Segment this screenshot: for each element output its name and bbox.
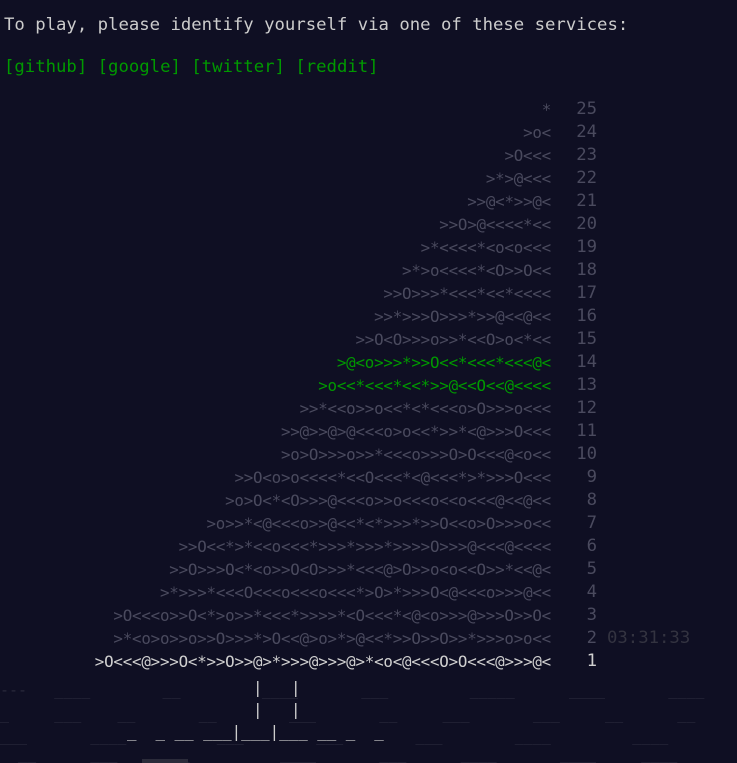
calendar-day-9: >>O<o>o<<<<*<<O<<<*<@<<<*>*>>>O<<< 9 <box>0 466 737 489</box>
github-login-link[interactable]: [github] <box>4 57 87 77</box>
day-number: 23 <box>576 145 597 165</box>
tree-row: >*>o<<<<*<O>>O<< <box>402 261 551 280</box>
day-number: 8 <box>586 490 597 510</box>
tree-row: >O<<<o>>O<*>o>>*<<<*>>>>*<O<<<*<@<o>>>@>… <box>113 606 551 625</box>
tree-trunk: --- ____ __ ____ ___ _____ ____ ____ _ _… <box>0 676 737 763</box>
tree-row: >o>O<*<O>>>@<<<o>>o<<<o<<o<<<@<<@<< <box>225 491 551 510</box>
tree-row: >O<<< <box>504 146 551 165</box>
day-number: 24 <box>576 122 597 142</box>
ground-decoration: --- ____ __ ____ ___ _____ ____ ____ <box>0 681 705 699</box>
calendar-day-1: >O<<<@>>>O<*>>O>>@>*>>>@>>>@>*<o<@<<<O>O… <box>0 650 737 673</box>
day-number: 13 <box>576 375 597 395</box>
calendar-day-18: >*>o<<<<*<O>>O<< 18 <box>0 259 737 282</box>
day-number: 25 <box>576 99 597 119</box>
tree-row: >o<<*<<<*<<*>>@<<O<<@<<<< <box>318 376 551 395</box>
calendar-day-21: >>@<*>>@< 21 <box>0 190 737 213</box>
tree-row: >>O>>>*<<<*<<*<<<< <box>383 284 551 303</box>
tree-row: >*>>>*<<<O<<<o<<<o<<<*>O>*>>>O<@<<<o>>>@… <box>159 583 551 602</box>
trunk-text: | | <box>253 700 301 719</box>
advent-calendar-screen: To play, please identify yourself via on… <box>0 0 737 763</box>
trunk-text: _ _ __ ___|___|___ __ _ _ <box>127 722 384 741</box>
calendar-day-2: >*<o>o>>o>>O>>>*>O<<@>o>*>@<<*>>O>>O>>*>… <box>0 627 737 650</box>
calendar-day-5: >>O>>>O<*<o>>O<O>>>*<<<@>O>>o<o<<O>>*<<@… <box>0 558 737 581</box>
calendar-day-4: >*>>>*<<<O<<<o<<<o<<<*>O>*>>>O<@<<<o>>>@… <box>0 581 737 604</box>
trunk-line-3: _ _ __ ___|___|___ __ _ _ <box>127 720 384 743</box>
day-number: 12 <box>576 398 597 418</box>
day-number: 10 <box>576 444 597 464</box>
tree-row: >>O>@<<<<*<< <box>439 215 551 234</box>
trunk-line-2: | | <box>253 698 301 721</box>
day-number: 6 <box>586 536 597 556</box>
tree-row: >>*<<o>>o<<*<*<<<o>O>>>o<<< <box>299 399 552 418</box>
day-number: 7 <box>586 513 597 533</box>
day-number: 19 <box>576 237 597 257</box>
calendar-day-19: >*<<<<*<o<o<<< 19 <box>0 236 737 259</box>
trunk-text: | | <box>253 678 301 697</box>
tree-row: >*<<<<*<o<o<<< <box>420 238 552 257</box>
calendar-day-12: >>*<<o>>o<<*<*<<<o>O>>>o<<< 12 <box>0 397 737 420</box>
day-number: 14 <box>576 352 597 372</box>
horizontal-scrollbar[interactable] <box>142 759 188 763</box>
calendar-day-16: >>*>>>O>>>*>>@<<@<< 16 <box>0 305 737 328</box>
calendar-day-23: >O<<< 23 <box>0 144 737 167</box>
day-number: 9 <box>586 467 597 487</box>
day-number: 21 <box>576 191 597 211</box>
tree-row: * <box>541 100 552 119</box>
login-services: [github] [google] [twitter] [reddit] <box>4 56 379 79</box>
calendar-day-10: >o>O>>>o>>*<<<o>>>O>O<<<@<o<< 10 <box>0 443 737 466</box>
calendar-day-20: >>O>@<<<<*<< 20 <box>0 213 737 236</box>
tree-row: >o>O>>>o>>*<<<o>>>O>O<<<@<o<< <box>280 445 551 464</box>
day-number: 20 <box>576 214 597 234</box>
day-number: 11 <box>576 421 597 441</box>
day-number: 18 <box>576 260 597 280</box>
day-number: 17 <box>576 283 597 303</box>
tree-row: >*>@<<< <box>485 169 551 188</box>
tree-row: >>O>>>O<*<o>>O<O>>>*<<<@>O>>o<o<<O>>*<<@… <box>169 560 551 579</box>
tree-row: >o< <box>523 123 551 142</box>
calendar-day-8: >o>O<*<O>>>@<<<o>>o<<<o<<o<<<@<<@<< 8 <box>0 489 737 512</box>
calendar-day-11: >>@>>@>@<<<o>o<<*>>*<@>>>O<<< 11 <box>0 420 737 443</box>
calendar-day-6: >>O<<*>*<<o<<<*>>>*>>>*>>>>O>>>@<<<@<<<<… <box>0 535 737 558</box>
ground-decoration: __ ___ ___ ____ ___ ____ ____ ____ <box>0 745 678 763</box>
countdown-timer: 03:31:33 <box>607 628 691 648</box>
calendar-day-24: >o< 24 <box>0 121 737 144</box>
tree-row: >@<o>>>*>>O<<*<<<*<<<@< <box>336 353 551 372</box>
calendar-day-7: >o>>*<@<<<o>>@<<*<*>>>*>>O<<o>O>>>o<< 7 <box>0 512 737 535</box>
trunk-line-1: | | <box>253 676 301 699</box>
day-number: 22 <box>576 168 597 188</box>
calendar-day-22: >*>@<<< 22 <box>0 167 737 190</box>
google-login-link[interactable]: [google] <box>98 57 181 77</box>
calendar-day-3: >O<<<o>>O<*>o>>*<<<*>>>>*<O<<<*<@<o>>>@>… <box>0 604 737 627</box>
day-number: 5 <box>586 559 597 579</box>
tree-row: >>@>>@>@<<<o>o<<*>>*<@>>>O<<< <box>280 422 551 441</box>
day-number: 2 <box>586 628 597 648</box>
tree-row: >>O<<*>*<<o<<<*>>>*>>>*>>>>O>>>@<<<@<<<< <box>178 537 552 556</box>
calendar-day-17: >>O>>>*<<<*<<*<<<< 17 <box>0 282 737 305</box>
day-number: 4 <box>586 582 597 602</box>
calendar-day-25: * 25 <box>0 98 737 121</box>
login-prompt: To play, please identify yourself via on… <box>4 15 629 35</box>
calendar-day-13: >o<<*<<<*<<*>>@<<O<<@<<<< 13 <box>0 374 737 397</box>
tree-row: >o>>*<@<<<o>>@<<*<*>>>*>>O<<o>O>>>o<< <box>206 514 552 533</box>
day-number: 1 <box>586 651 597 671</box>
tree-row: >>@<*>>@< <box>467 192 551 211</box>
day-number: 15 <box>576 329 597 349</box>
tree-row: >O<<<@>>>O<*>>O>>@>*>>>@>>>@>*<o<@<<<O>O… <box>94 652 551 671</box>
day-number: 16 <box>576 306 597 326</box>
calendar-day-14: >@<o>>>*>>O<<*<<<*<<<@< 14 <box>0 351 737 374</box>
twitter-login-link[interactable]: [twitter] <box>191 57 285 77</box>
reddit-login-link[interactable]: [reddit] <box>295 57 378 77</box>
tree-row: >>O<O>>>o>>*<<O>o<*<< <box>355 330 551 349</box>
day-number: 3 <box>586 605 597 625</box>
tree-row: >>*>>>O>>>*>>@<<@<< <box>374 307 551 326</box>
tree-row: >*<o>o>>o>>O>>>*>O<<@>o>*>@<<*>>O>>O>>*>… <box>113 629 551 648</box>
calendar-day-15: >>O<O>>>o>>*<<O>o<*<< 15 <box>0 328 737 351</box>
calendar-tree: * 25 >o< 24 >O<<< 23 >*>@<<< 22 >>@<*>>@< 21 … <box>0 98 737 673</box>
tree-row: >>O<o>o<<<<*<<O<<<*<@<<<*>*>>>O<<< <box>234 468 551 487</box>
